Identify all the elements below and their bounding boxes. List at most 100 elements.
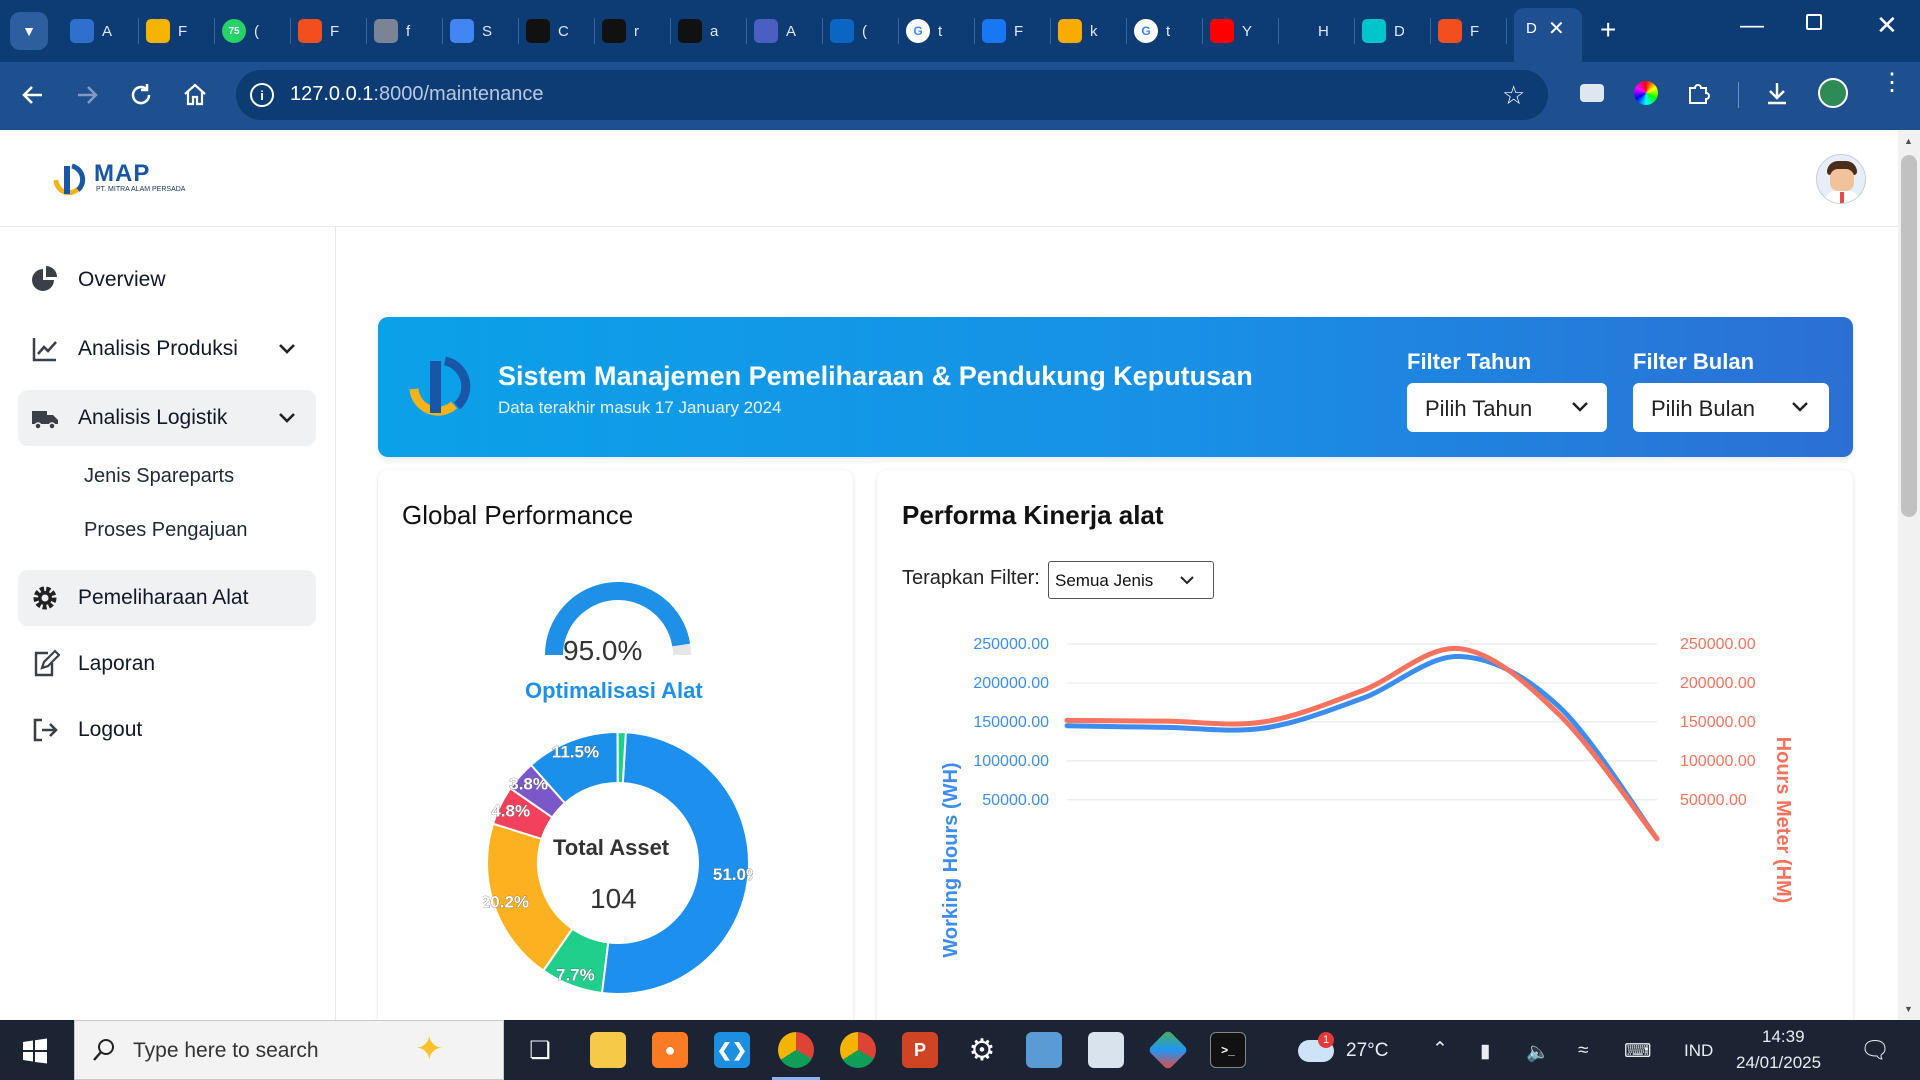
windows-start-icon[interactable] (22, 1038, 48, 1064)
bookmark-star-icon[interactable]: ☆ (1502, 80, 1525, 111)
xampp-icon[interactable]: ● (652, 1032, 688, 1068)
clock-date[interactable]: 24/01/2025 (1736, 1053, 1821, 1073)
browser-tab[interactable]: ( (830, 10, 872, 52)
browser-tab[interactable]: A (70, 10, 112, 52)
reload-button[interactable] (128, 82, 154, 108)
home-button[interactable] (182, 82, 208, 108)
restore-button[interactable] (1806, 14, 1822, 30)
site-info-icon[interactable]: i (250, 83, 274, 107)
url-text: 127.0.0.1:8000/maintenance (290, 83, 544, 106)
close-tab-icon[interactable]: ✕ (1548, 16, 1565, 41)
active-tab[interactable]: D ✕ (1514, 8, 1582, 62)
browser-tab[interactable]: A (754, 10, 796, 52)
chrome-profile-icon[interactable] (840, 1032, 876, 1068)
terminal-icon[interactable]: >_ (1210, 1032, 1246, 1068)
battery-icon[interactable]: ▮ (1480, 1040, 1490, 1063)
file-explorer-icon[interactable] (590, 1032, 626, 1068)
browser-tab-label: ( (254, 22, 259, 40)
browser-tab-label: F (330, 22, 340, 40)
address-bar[interactable]: i 127.0.0.1:8000/maintenance ☆ (236, 70, 1548, 120)
chevron-down-icon[interactable] (278, 343, 296, 355)
y2-tick-label: 100000.00 (1680, 753, 1756, 770)
scrollbar-thumb[interactable] (1901, 155, 1917, 517)
browser-tab[interactable]: F (1438, 10, 1480, 52)
browser-tab[interactable]: F (982, 10, 1024, 52)
control-panel-icon[interactable] (1026, 1032, 1062, 1068)
browser-tab[interactable]: Gt (906, 10, 948, 52)
task-view-icon[interactable]: ❏ (522, 1032, 558, 1068)
company-logo[interactable]: MAP PT. MITRA ALAM PERSADA (50, 160, 200, 200)
remote-desktop-icon[interactable] (1088, 1032, 1124, 1068)
performance-line-chart: 250000.00 250000.00 200000.00 200000.00 1500… (940, 636, 1794, 958)
gear-icon (33, 586, 57, 610)
history-icon (1286, 19, 1310, 43)
sidebar-item-analisis-logistik[interactable]: Analisis Logistik (18, 390, 316, 446)
taskbar-search-box[interactable]: Type here to search ✦ (74, 1020, 504, 1080)
filter-year-select[interactable]: Pilih Tahun (1407, 383, 1607, 432)
sidebar-item-overview[interactable]: Overview (18, 252, 316, 308)
chrome-icon[interactable] (778, 1032, 814, 1068)
weather-temperature[interactable]: 27°C (1346, 1040, 1388, 1062)
powerpoint-icon[interactable]: P (902, 1032, 938, 1068)
browser-toolbar: i 127.0.0.1:8000/maintenance ☆ ⋮ (0, 62, 1920, 128)
camera-icon[interactable] (1580, 84, 1604, 102)
language-indicator[interactable]: IND (1684, 1041, 1713, 1061)
browser-tab[interactable]: 75 ( (222, 10, 264, 52)
browser-tab[interactable]: Y (1210, 10, 1252, 52)
chevron-down-icon (1572, 402, 1588, 412)
tab-separator (1278, 18, 1279, 44)
tab-separator (974, 18, 975, 44)
download-icon[interactable] (1764, 80, 1790, 106)
wifi-icon[interactable]: ≈ (1578, 1040, 1588, 1062)
pie-chart-icon (32, 266, 57, 291)
browser-tab[interactable]: C (526, 10, 568, 52)
tab-separator (594, 18, 595, 44)
scroll-up-arrow-icon[interactable]: ▲ (1904, 136, 1913, 146)
browser-tab[interactable]: F (146, 10, 188, 52)
browser-tab[interactable]: Gt (1134, 10, 1176, 52)
browser-tab[interactable]: a (678, 10, 720, 52)
sidebar-item-analisis-produksi[interactable]: Analisis Produksi (18, 321, 316, 377)
filter-month-select[interactable]: Pilih Bulan (1633, 383, 1829, 432)
tab-search-button[interactable]: ▼ (10, 12, 48, 50)
github-icon (602, 19, 626, 43)
close-window-button[interactable]: ✕ (1876, 10, 1898, 41)
volume-icon[interactable]: 🔈 (1526, 1040, 1550, 1064)
color-picker-extension-icon[interactable] (1634, 81, 1658, 105)
browser-menu-icon[interactable]: ⋮ (1880, 71, 1904, 95)
chevron-down-icon[interactable] (278, 412, 296, 424)
browser-tab[interactable]: S (450, 10, 492, 52)
scroll-down-arrow-icon[interactable]: ▼ (1904, 1004, 1913, 1014)
notification-icon[interactable]: 🗨 (1860, 1036, 1890, 1065)
extensions-icon[interactable] (1686, 80, 1712, 106)
user-avatar[interactable] (1816, 154, 1866, 204)
youtube-icon (1210, 19, 1234, 43)
new-tab-button[interactable]: + (1600, 14, 1616, 46)
chevron-down-icon: ▼ (22, 23, 36, 39)
settings-gear-icon[interactable]: ⚙ (964, 1032, 1000, 1068)
sidebar-item-laporan[interactable]: Laporan (18, 636, 316, 692)
sidebar-item-pemeliharaan-alat[interactable]: Pemeliharaan Alat (18, 570, 316, 626)
chart-filter-select[interactable]: Semua Jenis (1048, 561, 1214, 599)
browser-tab[interactable]: H (1286, 10, 1328, 52)
sidebar-item-logout[interactable]: Logout (18, 702, 316, 758)
tray-overflow-icon[interactable]: ⌃ (1432, 1038, 1448, 1061)
browser-tab[interactable]: F (298, 10, 340, 52)
logo-subtext: PT. MITRA ALAM PERSADA (96, 186, 186, 193)
browser-tab[interactable]: r (602, 10, 644, 52)
back-button[interactable] (20, 82, 46, 108)
sidebar-subitem-jenis-spareparts[interactable]: Jenis Spareparts (84, 465, 234, 488)
triangle-logo-icon (754, 19, 778, 43)
browser-tab[interactable]: k (1058, 10, 1100, 52)
profile-avatar-icon[interactable] (1818, 78, 1848, 108)
browser-tab[interactable]: f (374, 10, 416, 52)
forward-button[interactable] (74, 82, 100, 108)
filter-year-value: Pilih Tahun (1425, 396, 1533, 421)
keyboard-icon[interactable]: ⌨ (1624, 1040, 1651, 1063)
donut-center-label: Total Asset (553, 835, 670, 860)
minimize-button[interactable]: — (1740, 12, 1764, 40)
clock-time[interactable]: 14:39 (1762, 1027, 1805, 1047)
sidebar-subitem-proses-pengajuan[interactable]: Proses Pengajuan (84, 519, 247, 542)
browser-tab[interactable]: D (1362, 10, 1404, 52)
vscode-icon[interactable]: ❮❯ (714, 1032, 750, 1068)
